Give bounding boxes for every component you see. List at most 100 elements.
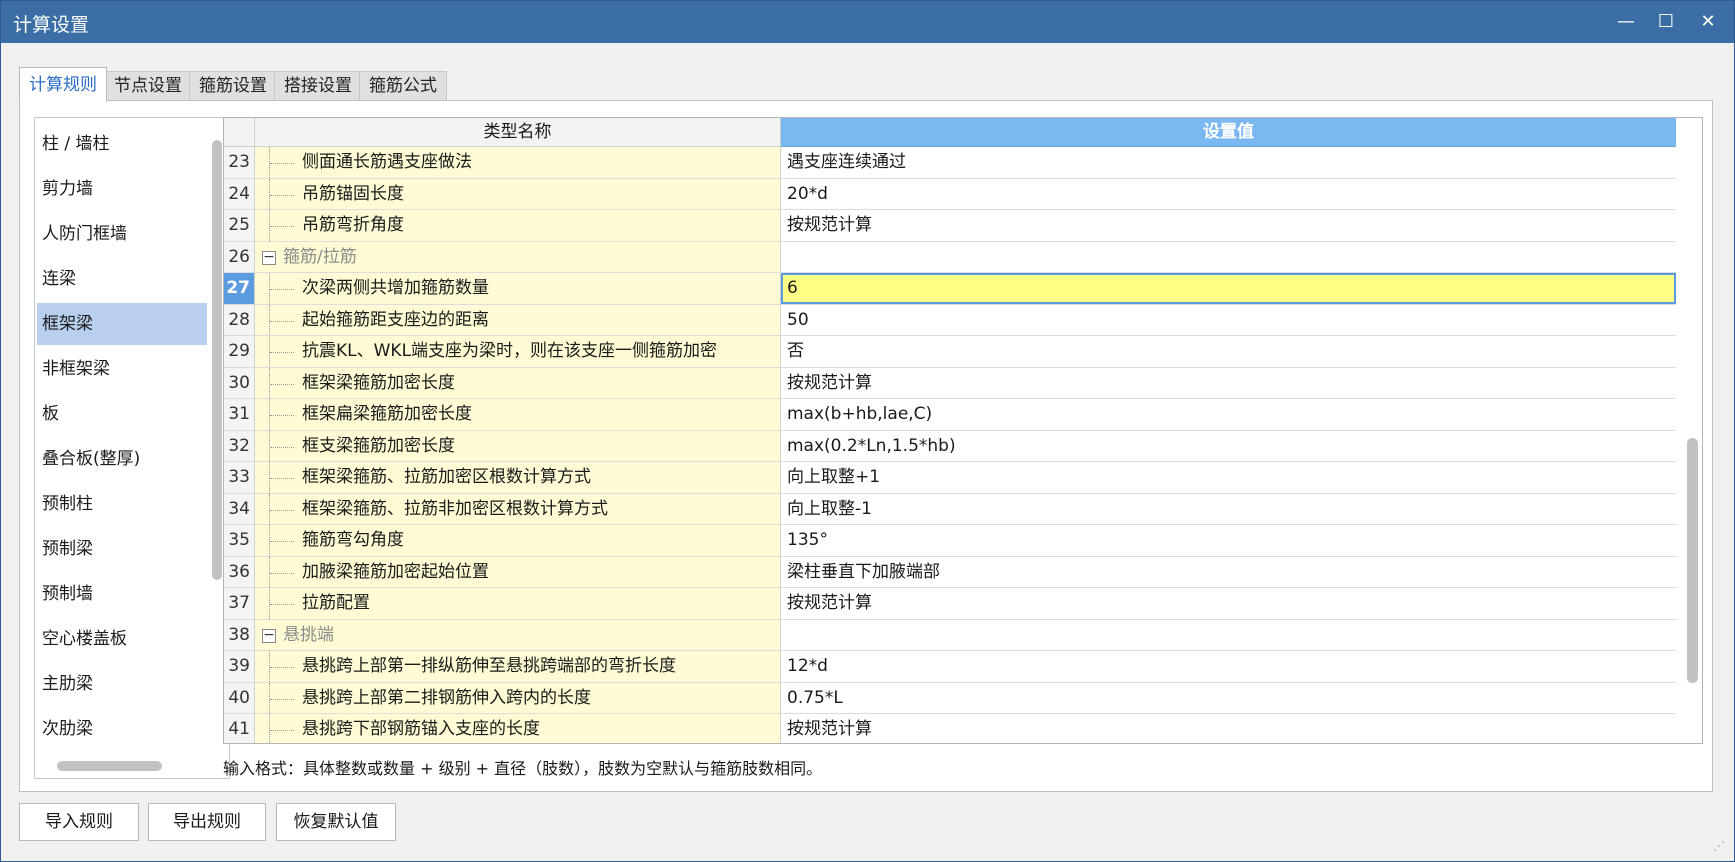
row-value[interactable]: 向上取整-1	[781, 494, 1676, 525]
row-value[interactable]: 按规范计算	[781, 210, 1676, 241]
row-number: 32	[224, 430, 255, 461]
table-row[interactable]: 40 悬挑跨上部第二排钢筋伸入跨内的长度 0.75*L	[224, 682, 1676, 714]
row-name: − 悬挑端	[255, 619, 781, 650]
restore-defaults-button[interactable]: 恢复默认值	[276, 803, 396, 841]
row-name: 起始箍筋距支座边的距离	[255, 304, 781, 335]
list-item-frame-beam[interactable]: 框架梁	[37, 303, 207, 345]
row-value	[781, 242, 1676, 273]
row-name: 加腋梁箍筋加密起始位置	[255, 556, 781, 587]
row-name: 吊筋弯折角度	[255, 210, 781, 241]
row-value[interactable]: 按规范计算	[781, 714, 1676, 743]
list-item-precast-beam[interactable]: 预制梁	[37, 528, 207, 570]
list-item-civil-defense-door-wall[interactable]: 人防门框墙	[37, 213, 207, 255]
table-row[interactable]: 28 起始箍筋距支座边的距离 50	[224, 304, 1676, 336]
list-vertical-scrollbar[interactable]	[212, 140, 222, 580]
grid-header: 类型名称 设置值	[224, 118, 1694, 147]
row-number: 23	[224, 147, 255, 178]
table-row[interactable]: 41 悬挑跨下部钢筋锚入支座的长度 按规范计算	[224, 714, 1676, 743]
import-rules-button[interactable]: 导入规则	[19, 803, 139, 841]
row-number: 28	[224, 304, 255, 335]
row-value[interactable]: 0.75*L	[781, 683, 1676, 714]
row-name: 悬挑跨上部第一排纵筋伸至悬挑跨端部的弯折长度	[255, 651, 781, 682]
row-value[interactable]: 135°	[781, 525, 1676, 556]
row-number: 40	[224, 682, 255, 713]
collapse-icon[interactable]: −	[262, 250, 276, 265]
input-format-hint: 输入格式：具体整数或数量 + 级别 + 直径（肢数），肢数为空默认与箍筋肢数相同…	[223, 759, 823, 778]
collapse-icon[interactable]: −	[262, 628, 276, 643]
header-setting-value[interactable]: 设置值	[781, 118, 1676, 147]
header-type-name[interactable]: 类型名称	[255, 118, 781, 147]
maximize-icon[interactable]: ☐	[1649, 7, 1683, 37]
row-value-editor[interactable]: 6	[781, 273, 1676, 304]
grid-vertical-scrollbar[interactable]	[1687, 438, 1698, 683]
tab-calc-rules[interactable]: 计算规则	[19, 67, 107, 102]
row-name: 框架梁箍筋加密长度	[255, 367, 781, 398]
row-value[interactable]: 向上取整+1	[781, 462, 1676, 493]
row-value[interactable]: 按规范计算	[781, 588, 1676, 619]
table-row[interactable]: 37 拉筋配置 按规范计算	[224, 588, 1676, 620]
row-value[interactable]: 50	[781, 305, 1676, 336]
row-number: 30	[224, 367, 255, 398]
row-name: 抗震KL、WKL端支座为梁时，则在该支座一侧箍筋加密	[255, 336, 781, 367]
table-row[interactable]: 23 侧面通长筋遇支座做法 遇支座连续通过	[224, 147, 1676, 179]
tab-lap-settings[interactable]: 搭接设置	[274, 71, 362, 101]
row-value[interactable]: 12*d	[781, 651, 1676, 682]
table-row-group[interactable]: 38 − 悬挑端	[224, 619, 1676, 651]
table-row[interactable]: 34 框架梁箍筋、拉筋非加密区根数计算方式 向上取整-1	[224, 493, 1676, 525]
list-horizontal-scrollbar[interactable]	[57, 761, 162, 771]
row-value[interactable]: 20*d	[781, 179, 1676, 210]
table-row[interactable]: 36 加腋梁箍筋加密起始位置 梁柱垂直下加腋端部	[224, 556, 1676, 588]
row-value[interactable]: max(b+hb,lae,C)	[781, 399, 1676, 430]
row-name: 框架梁箍筋、拉筋非加密区根数计算方式	[255, 493, 781, 524]
export-rules-button[interactable]: 导出规则	[148, 803, 266, 841]
rules-panel: 柱 / 墙柱 剪力墙 人防门框墙 连梁 框架梁 非框架梁 板 叠合板(整厚) 预…	[19, 100, 1713, 792]
list-item-hollow-floor-slab[interactable]: 空心楼盖板	[37, 618, 207, 660]
title-bar[interactable]: 计算设置 — ☐ ✕	[1, 1, 1734, 43]
row-value[interactable]: 遇支座连续通过	[781, 147, 1676, 178]
table-row[interactable]: 31 框架扁梁箍筋加密长度 max(b+hb,lae,C)	[224, 399, 1676, 431]
row-number: 33	[224, 462, 255, 493]
table-row[interactable]: 29 抗震KL、WKL端支座为梁时，则在该支座一侧箍筋加密 否	[224, 336, 1676, 368]
row-number: 37	[224, 588, 255, 619]
minimize-icon[interactable]: —	[1609, 7, 1643, 37]
table-row[interactable]: 30 框架梁箍筋加密长度 按规范计算	[224, 367, 1676, 399]
row-name: 悬挑跨下部钢筋锚入支座的长度	[255, 714, 781, 743]
list-item-precast-wall[interactable]: 预制墙	[37, 573, 207, 615]
row-number: 36	[224, 556, 255, 587]
table-row-selected[interactable]: 27 次梁两侧共增加箍筋数量 6	[224, 273, 1676, 305]
list-item-secondary-rib-beam[interactable]: 次肋梁	[37, 708, 207, 750]
list-item-non-frame-beam[interactable]: 非框架梁	[37, 348, 207, 390]
table-row[interactable]: 32 框支梁箍筋加密长度 max(0.2*Ln,1.5*hb)	[224, 430, 1676, 462]
table-row[interactable]: 33 框架梁箍筋、拉筋加密区根数计算方式 向上取整+1	[224, 462, 1676, 494]
table-row[interactable]: 35 箍筋弯勾角度 135°	[224, 525, 1676, 557]
list-item-shear-wall[interactable]: 剪力墙	[37, 168, 207, 210]
row-name: 悬挑跨上部第二排钢筋伸入跨内的长度	[255, 682, 781, 713]
list-item-main-rib-beam[interactable]: 主肋梁	[37, 663, 207, 705]
row-value[interactable]: 否	[781, 336, 1676, 367]
row-name: 框支梁箍筋加密长度	[255, 430, 781, 461]
table-row[interactable]: 24 吊筋锚固长度 20*d	[224, 178, 1676, 210]
row-name: 框架梁箍筋、拉筋加密区根数计算方式	[255, 462, 781, 493]
close-icon[interactable]: ✕	[1691, 7, 1725, 37]
row-value[interactable]: 按规范计算	[781, 368, 1676, 399]
row-value	[781, 620, 1676, 651]
row-value[interactable]: 梁柱垂直下加腋端部	[781, 557, 1676, 588]
resize-grip-icon[interactable]: ⋰	[1713, 839, 1731, 857]
row-name: − 箍筋/拉筋	[255, 241, 781, 272]
table-row[interactable]: 39 悬挑跨上部第一排纵筋伸至悬挑跨端部的弯折长度 12*d	[224, 651, 1676, 683]
component-list: 柱 / 墙柱 剪力墙 人防门框墙 连梁 框架梁 非框架梁 板 叠合板(整厚) 预…	[34, 117, 230, 779]
table-row[interactable]: 25 吊筋弯折角度 按规范计算	[224, 210, 1676, 242]
list-item-column[interactable]: 柱 / 墙柱	[37, 123, 207, 165]
list-item-coupling-beam[interactable]: 连梁	[37, 258, 207, 300]
row-number: 29	[224, 336, 255, 367]
row-name: 框架扁梁箍筋加密长度	[255, 399, 781, 430]
tab-stirrup-settings[interactable]: 箍筋设置	[189, 71, 277, 101]
table-row-group[interactable]: 26 − 箍筋/拉筋	[224, 241, 1676, 273]
tab-stirrup-formula[interactable]: 箍筋公式	[359, 71, 447, 101]
row-value[interactable]: max(0.2*Ln,1.5*hb)	[781, 431, 1676, 462]
tab-node-settings[interactable]: 节点设置	[104, 71, 192, 101]
list-item-slab[interactable]: 板	[37, 393, 207, 435]
list-item-composite-slab[interactable]: 叠合板(整厚)	[37, 438, 207, 480]
row-number: 26	[224, 241, 255, 272]
list-item-precast-column[interactable]: 预制柱	[37, 483, 207, 525]
